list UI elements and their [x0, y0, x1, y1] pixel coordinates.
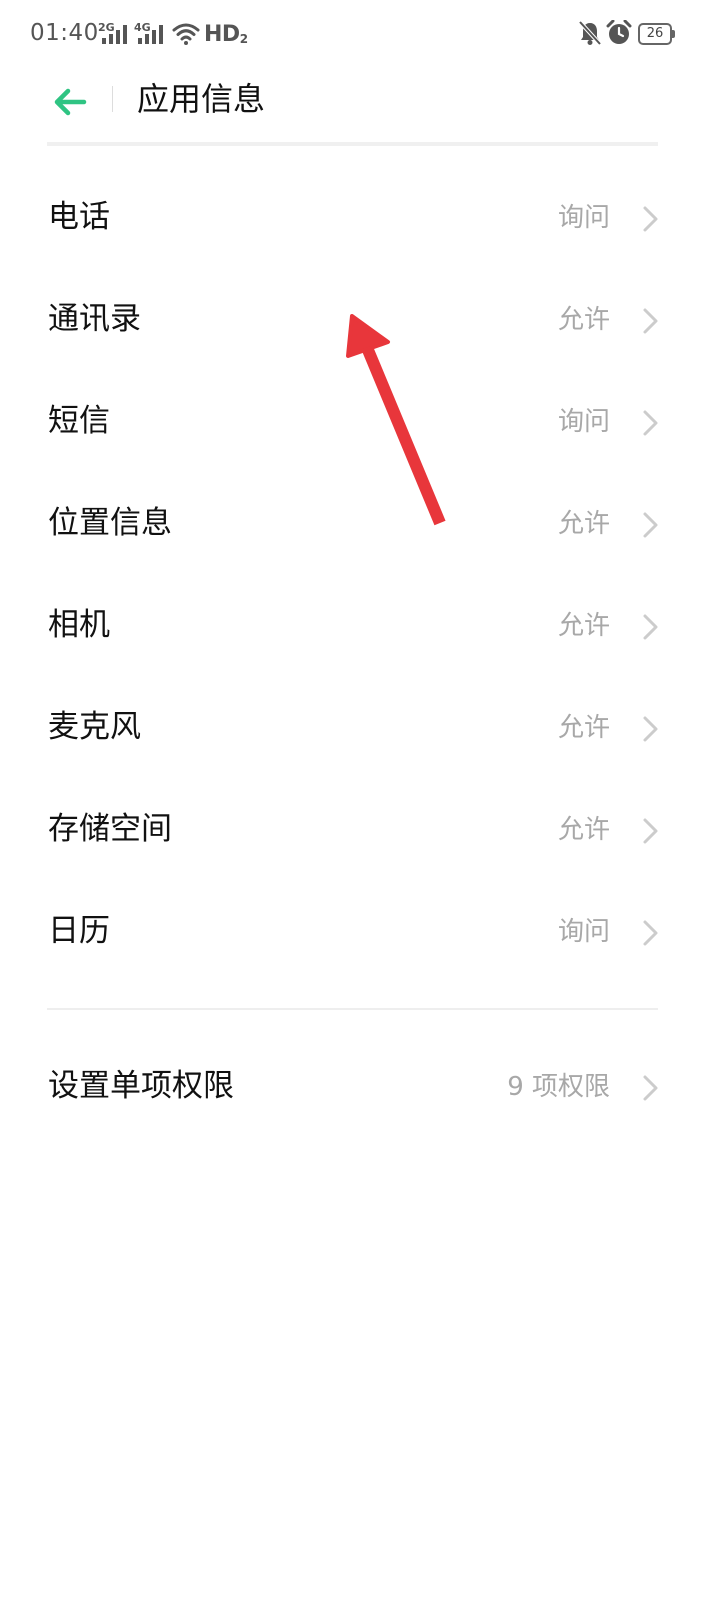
permission-value: 允许 [557, 815, 610, 845]
permission-row-camera[interactable]: 相机 允许 [0, 575, 720, 677]
alarm-icon [606, 20, 632, 44]
mute-bell-icon [578, 20, 602, 46]
permission-label: 电话 [48, 199, 110, 235]
permission-row-sms[interactable]: 短信 询问 [0, 371, 720, 473]
permission-label: 短信 [48, 403, 110, 439]
permission-label: 通讯录 [48, 301, 141, 337]
chevron-right-icon [643, 410, 658, 436]
permission-value: 允许 [557, 509, 610, 539]
page-title: 应用信息 [137, 80, 266, 118]
header-divider [112, 86, 113, 112]
single-permission-settings-row[interactable]: 设置单项权限 9 项权限 [0, 1036, 720, 1140]
permission-row-phone[interactable]: 电话 询问 [0, 167, 720, 269]
app-header: 应用信息 [0, 72, 720, 146]
back-arrow-icon [54, 88, 87, 116]
permission-value: 询问 [557, 917, 610, 947]
signal-2g-icon: 2G [98, 22, 132, 48]
permission-label: 麦克风 [48, 709, 141, 745]
signal-4g-icon: 4G [134, 22, 168, 48]
permission-row-calendar[interactable]: 日历 询问 [0, 881, 720, 983]
chevron-right-icon [643, 920, 658, 946]
permission-row-contacts[interactable]: 通讯录 允许 [0, 269, 720, 371]
chevron-right-icon [643, 818, 658, 844]
permission-value: 允许 [557, 611, 610, 641]
permission-label: 存储空间 [48, 811, 172, 847]
status-bar: 01:40 2G 4G HD2 26 [0, 0, 720, 72]
permission-value: 允许 [557, 713, 610, 743]
permission-row-location[interactable]: 位置信息 允许 [0, 473, 720, 575]
permission-list: 电话 询问 通讯录 允许 短信 询问 位置信息 允许 相机 允许 麦克风 允许 … [0, 167, 720, 983]
permission-value: 允许 [557, 305, 610, 335]
hd-voice-icon: HD2 [204, 22, 248, 47]
chevron-right-icon [643, 1075, 658, 1101]
section-divider [47, 1008, 658, 1010]
permission-value: 询问 [557, 203, 610, 233]
permission-label: 位置信息 [48, 505, 172, 541]
permission-row-microphone[interactable]: 麦克风 允许 [0, 677, 720, 779]
chevron-right-icon [643, 614, 658, 640]
header-rule [47, 142, 658, 146]
chevron-right-icon [643, 308, 658, 334]
chevron-right-icon [643, 512, 658, 538]
single-permission-count: 9 项权限 [507, 1072, 610, 1102]
single-permission-label: 设置单项权限 [48, 1068, 234, 1104]
permission-value: 询问 [557, 407, 610, 437]
permission-label: 相机 [48, 607, 110, 643]
status-time: 01:40 [30, 20, 99, 46]
battery-icon: 26 [638, 23, 675, 45]
back-button[interactable] [46, 78, 94, 126]
chevron-right-icon [643, 716, 658, 742]
permission-row-storage[interactable]: 存储空间 允许 [0, 779, 720, 881]
permission-label: 日历 [48, 913, 110, 949]
chevron-right-icon [643, 206, 658, 232]
wifi-icon [172, 23, 200, 45]
